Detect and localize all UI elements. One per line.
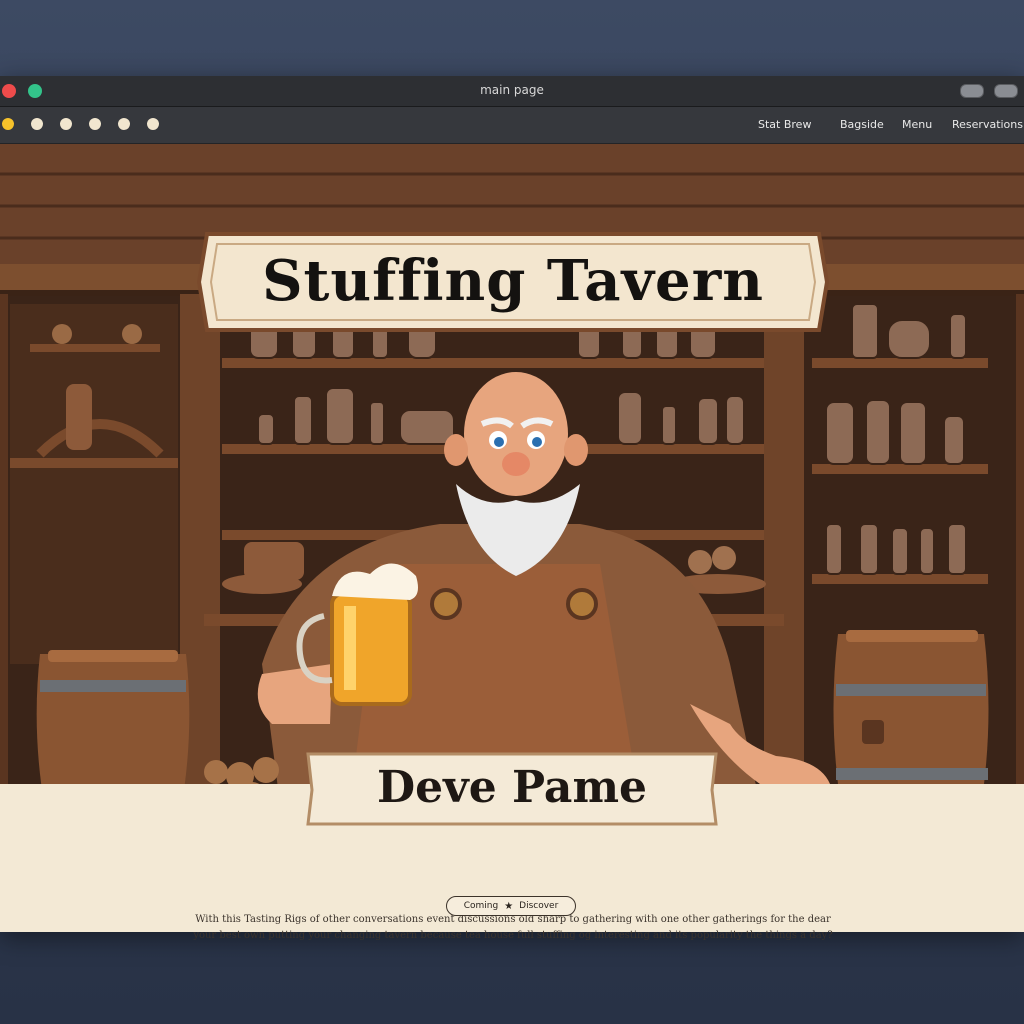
- nav-link-bagside[interactable]: Bagside: [840, 118, 884, 131]
- tab-dot-icon[interactable]: [147, 118, 159, 130]
- browser-window: main page Stat Brew Bagside Menu Reserva…: [0, 76, 1024, 941]
- nav-link-menu[interactable]: Menu: [902, 118, 932, 131]
- discover-button[interactable]: Coming ★ Discover: [446, 896, 576, 916]
- title-bar: main page: [0, 76, 1024, 107]
- sign-title: Stuffing Tavern: [262, 248, 764, 314]
- cta-left-label: Coming: [463, 901, 499, 911]
- tab-dot-icon[interactable]: [118, 118, 130, 130]
- description-line-2: your best own putting your changing tave…: [193, 930, 833, 941]
- window-menu-button[interactable]: [994, 84, 1018, 98]
- tab-dot-icon[interactable]: [60, 118, 72, 130]
- banner-title: Deve Pame: [377, 762, 647, 813]
- star-icon: ★: [504, 900, 514, 912]
- window-title: main page: [480, 83, 544, 97]
- tavern-hero-illustration: Stuffing Tavern: [0, 144, 1024, 784]
- tab-dot-icon[interactable]: [89, 118, 101, 130]
- tab-indicator-icon[interactable]: [2, 118, 14, 130]
- nav-link-stat-brew[interactable]: Stat Brew: [758, 118, 811, 131]
- cta-right-label: Discover: [519, 901, 559, 911]
- window-toggle-button[interactable]: [960, 84, 984, 98]
- tab-dot-icon[interactable]: [31, 118, 43, 130]
- nav-link-reservations[interactable]: Reservations: [952, 118, 1023, 131]
- toolbar: Stat Brew Bagside Menu Reservations: [0, 107, 1024, 144]
